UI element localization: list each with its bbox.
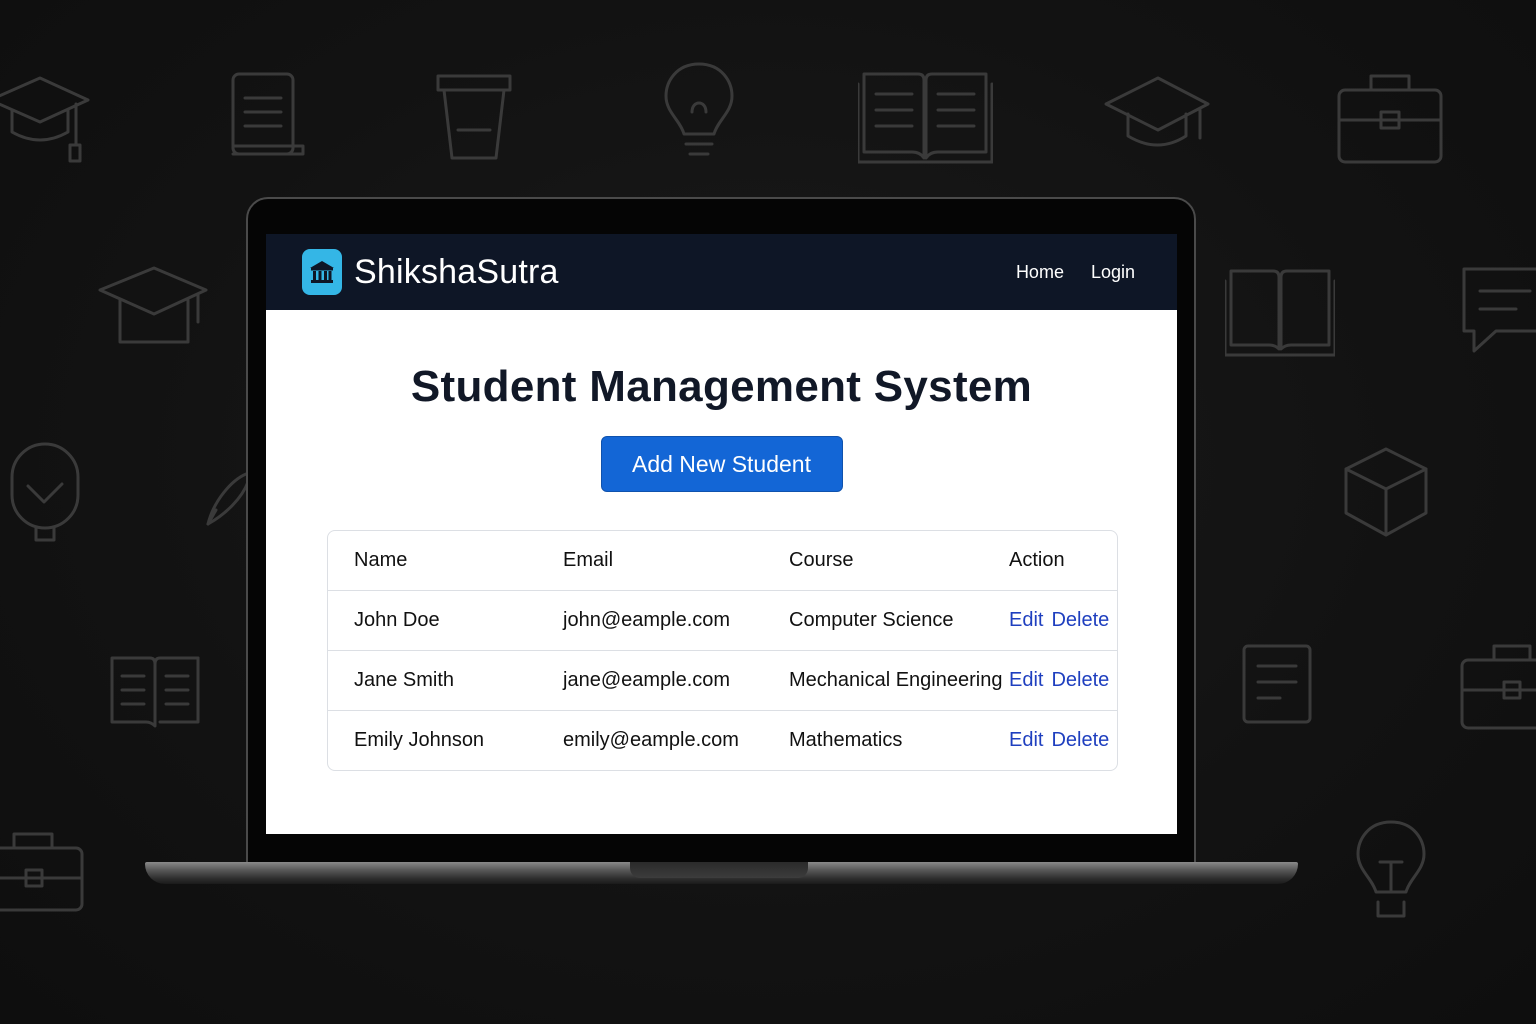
column-header-email: Email (563, 549, 614, 571)
column-header-name: Name (354, 549, 408, 571)
brand-name: ShikshaSutra (354, 252, 559, 291)
table-header-row: Name Email Course Action (328, 531, 1117, 591)
laptop-screen: ShikshaSutra Home Login Student Manageme… (266, 234, 1177, 834)
open-book-icon (858, 72, 993, 164)
student-email: jane@eample.com (563, 650, 789, 711)
brand[interactable]: ShikshaSutra (302, 249, 559, 295)
student-course: Mathematics (789, 710, 1009, 770)
delete-link[interactable]: Delete (1051, 609, 1109, 631)
document-icon (1242, 644, 1312, 724)
student-email: emily@eample.com (563, 710, 789, 770)
column-header-course: Course (789, 549, 854, 571)
page-title: Student Management System (410, 362, 1033, 411)
open-book-icon (1225, 269, 1335, 357)
student-name: Jane Smith (328, 650, 563, 711)
student-email: john@eample.com (563, 590, 789, 651)
graduation-cap-icon (0, 76, 90, 163)
students-table: Name Email Course Action John Doe john@e… (328, 531, 1117, 770)
edit-link[interactable]: Edit (1009, 729, 1043, 751)
student-name: John Doe (328, 590, 563, 651)
nav-link-login[interactable]: Login (1091, 262, 1135, 283)
action-cell: Edit Delete (1009, 650, 1117, 711)
laptop-notch (630, 862, 808, 878)
edit-link[interactable]: Edit (1009, 669, 1043, 691)
cup-icon (436, 74, 512, 160)
student-course: Computer Science (789, 590, 1009, 651)
delete-link[interactable]: Delete (1051, 669, 1109, 691)
box-icon (1344, 447, 1428, 537)
graduation-cap-icon (98, 266, 208, 344)
microphone-icon (10, 442, 80, 542)
navbar: ShikshaSutra Home Login (266, 234, 1177, 310)
chat-icon (1462, 267, 1536, 353)
graduation-cap-icon (1104, 76, 1210, 147)
briefcase-icon (1337, 74, 1443, 164)
action-cell: Edit Delete (1009, 710, 1117, 770)
pen-icon (206, 472, 250, 526)
bank-icon-glyph (310, 261, 334, 283)
students-table-card: Name Email Course Action John Doe john@e… (327, 530, 1118, 771)
student-name: Emily Johnson (328, 710, 563, 770)
bank-icon (302, 249, 342, 295)
table-row: Emily Johnson emily@eample.com Mathemati… (328, 710, 1117, 770)
briefcase-icon (0, 832, 84, 912)
table-row: Jane Smith jane@eample.com Mechanical En… (328, 650, 1117, 711)
nav-links: Home Login (1016, 262, 1135, 283)
delete-link[interactable]: Delete (1051, 729, 1109, 751)
scroll-icon (231, 72, 305, 156)
column-header-action: Action (1009, 549, 1065, 571)
briefcase-icon (1460, 644, 1536, 730)
student-course: Mechanical Engineering (789, 650, 1009, 711)
open-book-icon (110, 656, 200, 728)
action-cell: Edit Delete (1009, 590, 1117, 651)
nav-link-home[interactable]: Home (1016, 262, 1064, 283)
add-new-student-button[interactable]: Add New Student (600, 436, 843, 492)
lightbulb-icon (1356, 820, 1426, 918)
edit-link[interactable]: Edit (1009, 609, 1043, 631)
lightbulb-icon (664, 62, 734, 156)
table-row: John Doe john@eample.com Computer Scienc… (328, 590, 1117, 651)
background-scene: ShikshaSutra Home Login Student Manageme… (0, 0, 1536, 1024)
